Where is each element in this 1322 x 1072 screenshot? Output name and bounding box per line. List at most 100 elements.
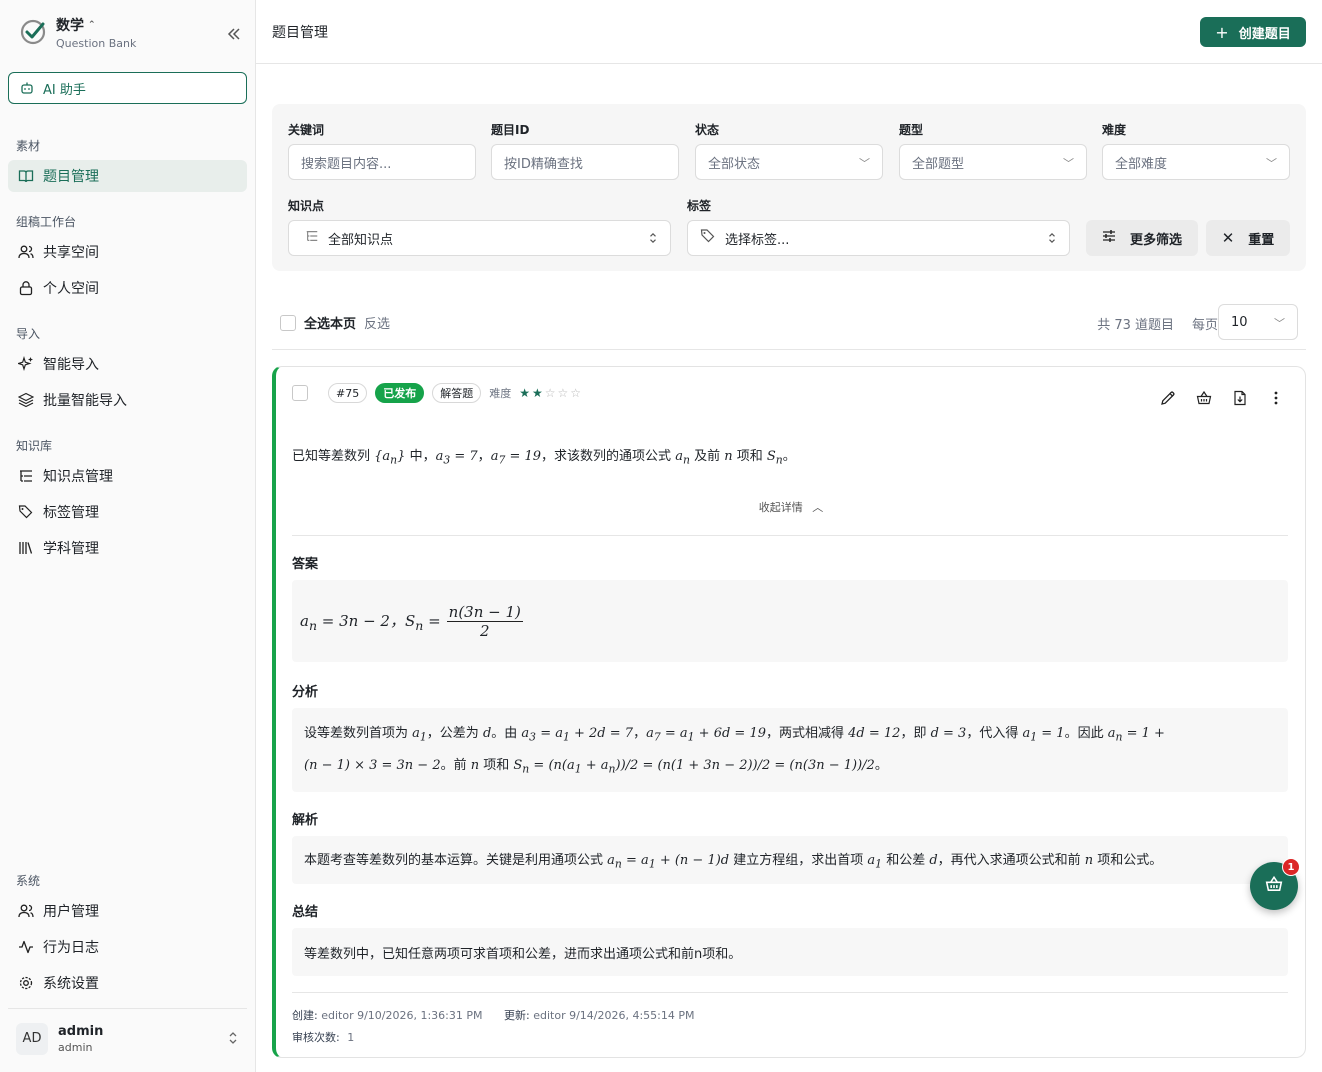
sidebar-item-label: 行为日志	[43, 940, 99, 956]
export-file-icon[interactable]	[1231, 389, 1249, 407]
chevron-down-icon: ﹀	[1063, 157, 1074, 170]
close-icon: ✕	[1221, 229, 1235, 247]
type-select[interactable]: 全部题型 ﹀	[899, 144, 1087, 180]
sidebar-item-label: 共享空间	[43, 245, 99, 261]
invert-selection-link[interactable]: 反选	[364, 313, 390, 332]
check-logo-icon	[16, 15, 50, 49]
analysis-box: 设等差数列首项为 a1，公差为 d。由 a3 = a1 + 2d = 7，a7 …	[292, 708, 1288, 792]
edit-icon[interactable]	[1159, 389, 1177, 407]
question-card: #75 已发布 解答题 难度 ★★☆☆☆ 已知等差数列 {an} 中，a3 = …	[272, 366, 1306, 1058]
summary-title: 总结	[292, 905, 319, 920]
robot-icon	[19, 80, 35, 96]
difficulty-value: 全部难度	[1115, 156, 1168, 172]
brand[interactable]: 数学 ⌃ Question Bank	[16, 12, 246, 52]
chevron-up-down-icon	[648, 231, 658, 248]
answer-title: 答案	[292, 557, 319, 572]
difficulty-select[interactable]: 全部难度 ﹀	[1102, 144, 1290, 180]
divider	[292, 535, 1288, 536]
sidebar-item-shared[interactable]: 共享空间	[8, 236, 247, 268]
tag-value: 选择标签...	[725, 232, 790, 248]
more-filters-label: 更多筛选	[1129, 232, 1182, 248]
sidebar-item-logs[interactable]: 行为日志	[8, 931, 247, 963]
chevron-down-icon: ﹀	[1274, 317, 1285, 330]
list-toolbar: 全选本页 反选 共 73 道题目 每页 10 ﹀	[272, 304, 1306, 350]
book-open-icon	[18, 168, 34, 184]
more-filters-button[interactable]: 更多筛选	[1086, 220, 1198, 256]
page-title: 题目管理	[272, 24, 328, 41]
type-value: 全部题型	[912, 156, 965, 172]
sidebar-item-label: 个人空间	[43, 281, 99, 297]
basket-icon[interactable]	[1195, 389, 1213, 407]
sidebar-item-label: 题目管理	[43, 169, 99, 185]
created-value: editor 9/10/2026, 1:36:31 PM	[321, 1009, 483, 1022]
sidebar-item-batch-import[interactable]: 批量智能导入	[8, 384, 247, 416]
section-knowledge: 知识库	[16, 439, 53, 453]
activity-icon	[18, 939, 34, 955]
sidebar-item-tags[interactable]: 标签管理	[8, 496, 247, 528]
per-page-label: 每页	[1191, 318, 1218, 333]
answer-box: an = 3n − 2，Sn = n(3n − 1) 2	[292, 580, 1288, 662]
sidebar-item-personal[interactable]: 个人空间	[8, 272, 247, 304]
sidebar-item-users[interactable]: 用户管理	[8, 895, 247, 927]
select-all-checkbox[interactable]	[280, 314, 296, 331]
review-value: 1	[347, 1031, 355, 1044]
chevron-down-icon: ﹀	[859, 157, 870, 170]
sidebar-item-knowledge-points[interactable]: 知识点管理	[8, 460, 247, 492]
reset-button[interactable]: ✕ 重置	[1206, 220, 1290, 256]
chevron-up-down-icon: ⌃	[88, 19, 96, 30]
knowledge-value: 全部知识点	[328, 232, 394, 248]
keyword-label: 关键词	[288, 123, 325, 137]
summary-box: 等差数列中，已知任意两项可求首项和公差，进而求出通项公式和前n项和。	[292, 928, 1288, 976]
review-label: 审核次数:	[292, 1031, 340, 1044]
total-count: 共 73 道题目	[1097, 318, 1174, 333]
sidebar-item-settings[interactable]: 系统设置	[8, 967, 247, 999]
user-menu[interactable]: AD admin admin	[8, 1008, 247, 1068]
section-materials: 素材	[16, 139, 41, 153]
question-checkbox[interactable]	[292, 385, 308, 401]
section-import: 导入	[16, 327, 41, 341]
app: 数学 ⌃ Question Bank AI 助手 素材 题目管理 组稿工作台 共…	[0, 0, 1322, 1072]
brand-subtitle: Question Bank	[56, 36, 137, 50]
avatar: AD	[16, 1022, 48, 1055]
per-page-select[interactable]: 10 ﹀	[1218, 304, 1298, 340]
users-icon	[18, 244, 34, 260]
keyword-input[interactable]: 搜索题目内容...	[288, 144, 476, 180]
question-id-label: 题目ID	[491, 123, 530, 137]
lock-icon	[18, 280, 34, 296]
sidebar: 数学 ⌃ Question Bank AI 助手 素材 题目管理 组稿工作台 共…	[0, 0, 256, 1072]
users-icon	[18, 903, 34, 919]
select-all-label[interactable]: 全选本页	[304, 313, 356, 332]
section-system: 系统	[16, 874, 41, 888]
sidebar-item-label: 系统设置	[43, 976, 99, 992]
plus-icon: +	[1215, 22, 1229, 42]
main-content: 题目管理 + 创建题目 关键词 搜索题目内容... 题目ID 按ID精确查找 状…	[256, 0, 1322, 1072]
create-question-label: 创建题目	[1238, 26, 1291, 42]
chevron-down-icon: ﹀	[1266, 157, 1277, 170]
more-vertical-icon[interactable]	[1267, 389, 1285, 407]
question-id-input[interactable]: 按ID精确查找	[491, 144, 679, 180]
tag-select[interactable]: 选择标签...	[687, 220, 1070, 256]
ai-assistant-button[interactable]: AI 助手	[8, 72, 247, 104]
knowledge-label: 知识点	[288, 199, 325, 213]
explanation-box: 本题考查等差数列的基本运算。关键是利用通项公式 an = a1 + (n − 1…	[292, 836, 1288, 884]
status-select[interactable]: 全部状态 ﹀	[695, 144, 883, 180]
sidebar-item-subjects[interactable]: 学科管理	[8, 532, 247, 564]
user-role: admin	[58, 1040, 93, 1054]
basket-icon	[1265, 875, 1283, 897]
sliders-icon	[1102, 229, 1116, 247]
star-empty-icon: ☆	[570, 386, 584, 400]
sidebar-item-smart-import[interactable]: 智能导入	[8, 348, 247, 380]
divider	[292, 992, 1288, 993]
collapse-sidebar-icon[interactable]	[222, 22, 246, 46]
star-empty-icon: ☆	[557, 386, 571, 400]
sidebar-item-label: 知识点管理	[43, 469, 113, 485]
status-value: 全部状态	[708, 156, 761, 172]
sidebar-item-label: 智能导入	[43, 357, 99, 373]
sidebar-item-questions[interactable]: 题目管理	[8, 160, 247, 192]
updated-meta: 更新: editor 9/14/2026, 4:55:14 PM	[504, 1007, 695, 1023]
summary-text: 等差数列中，已知任意两项可求首项和公差，进而求出通项公式和前n项和。	[304, 946, 742, 962]
create-question-button[interactable]: + 创建题目	[1200, 17, 1306, 47]
section-workspace: 组稿工作台	[16, 215, 77, 229]
collapse-details-button[interactable]: 收起详情 ︿	[276, 499, 1306, 515]
knowledge-select[interactable]: 全部知识点	[288, 220, 671, 256]
